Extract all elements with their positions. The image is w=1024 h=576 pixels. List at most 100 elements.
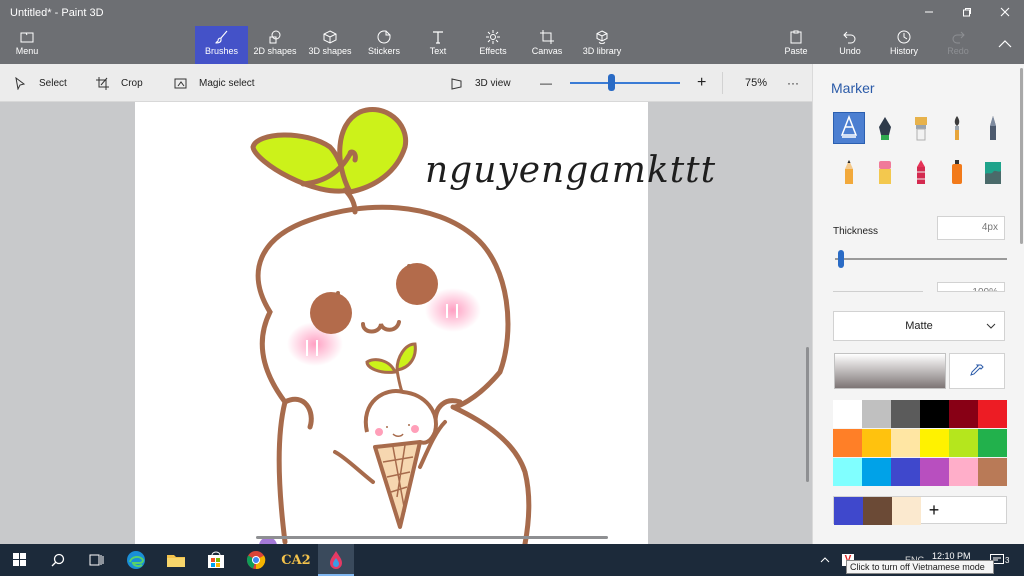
text-icon: [433, 31, 443, 44]
thickness-slider-track[interactable]: [835, 258, 1007, 260]
custom-color-swatch[interactable]: [892, 497, 921, 525]
palette-swatch[interactable]: [949, 458, 978, 486]
collapse-ribbon-button[interactable]: [990, 26, 1020, 64]
drawing-canvas[interactable]: nguyengamkttt: [135, 102, 715, 544]
palette-swatch[interactable]: [978, 458, 1007, 486]
custom-color-swatch[interactable]: [863, 497, 892, 525]
finish-dropdown[interactable]: Matte: [833, 311, 1005, 341]
task-view-button[interactable]: [78, 544, 114, 576]
tab-stickers[interactable]: Stickers: [360, 26, 408, 64]
tab-canvas[interactable]: Canvas: [526, 26, 568, 64]
thickness-slider-thumb[interactable]: [838, 250, 845, 268]
zoom-in-button[interactable]: +: [697, 64, 706, 102]
palette-swatch[interactable]: [920, 458, 949, 486]
zoom-slider-thumb[interactable]: [607, 74, 615, 91]
add-color-button[interactable]: +: [924, 497, 944, 525]
chevron-up-icon: [998, 40, 1012, 48]
palette-swatch[interactable]: [978, 400, 1007, 428]
current-color-preview[interactable]: [834, 353, 946, 389]
panel-scrollbar[interactable]: [1020, 68, 1023, 244]
tab-3d-shapes[interactable]: 3D shapes: [305, 26, 355, 64]
palette-swatch[interactable]: [978, 429, 1007, 457]
palette-swatch[interactable]: [862, 429, 891, 457]
edge-taskbar-icon[interactable]: [118, 544, 154, 576]
brush-marker[interactable]: [833, 112, 865, 144]
palette-swatch[interactable]: [891, 429, 920, 457]
custom-color-swatch[interactable]: [834, 497, 863, 525]
opacity-input[interactable]: 100%: [937, 282, 1005, 292]
palette-swatch[interactable]: [833, 400, 862, 428]
undo-button[interactable]: Undo: [832, 26, 868, 64]
spray-can-icon: [952, 160, 962, 184]
store-taskbar-icon[interactable]: [198, 544, 234, 576]
3d-shapes-icon: [323, 30, 337, 44]
brush-eraser[interactable]: [869, 156, 901, 188]
select-tool[interactable]: Select: [14, 64, 67, 102]
divider: [722, 72, 723, 94]
palette-swatch[interactable]: [891, 458, 920, 486]
palette-swatch[interactable]: [949, 400, 978, 428]
3d-view-toggle[interactable]: 3D view: [450, 64, 511, 102]
chrome-taskbar-icon[interactable]: [238, 544, 274, 576]
crop-tool[interactable]: Crop: [96, 64, 143, 102]
palette-swatch[interactable]: [862, 400, 891, 428]
tab-brushes[interactable]: Brushes: [195, 26, 248, 64]
show-hidden-icons-button[interactable]: [820, 544, 830, 576]
redo-icon: [952, 31, 965, 44]
palette-swatch[interactable]: [920, 400, 949, 428]
tab-2d-shapes[interactable]: 2D shapes: [250, 26, 300, 64]
title-bar: Untitled* - Paint 3D Menu Brushes 2D sha…: [0, 0, 1024, 64]
brush-watercolor[interactable]: [941, 112, 973, 144]
sticker-icon: [377, 30, 391, 44]
palette-swatch[interactable]: [833, 458, 862, 486]
close-button[interactable]: [986, 2, 1024, 24]
brush-calligraphy-pen[interactable]: [869, 112, 901, 144]
canvas-toolbar: Select Crop Magic select 3D view — + 75%…: [0, 64, 812, 102]
horizontal-scrollbar[interactable]: [256, 536, 608, 539]
start-button[interactable]: [2, 544, 38, 576]
magic-select-tool[interactable]: Magic select: [174, 64, 255, 102]
watercolor-icon: [954, 116, 960, 140]
ca2-taskbar-icon[interactable]: CA2: [278, 544, 314, 576]
brush-pixel-pen[interactable]: [977, 112, 1009, 144]
zoom-level[interactable]: 75%: [745, 64, 767, 102]
brush-pencil[interactable]: [833, 156, 865, 188]
search-button[interactable]: [40, 544, 76, 576]
undo-icon: [843, 31, 856, 44]
brush-spray-can[interactable]: [941, 156, 973, 188]
brush-crayon[interactable]: [905, 156, 937, 188]
menu-button[interactable]: Menu: [8, 26, 46, 64]
tab-3d-library[interactable]: 3D library: [578, 26, 626, 64]
palette-swatch[interactable]: [862, 458, 891, 486]
paste-button[interactable]: Paste: [778, 26, 814, 64]
minimize-button[interactable]: [910, 2, 948, 24]
palette-swatch[interactable]: [920, 429, 949, 457]
tab-effects[interactable]: Effects: [472, 26, 514, 64]
redo-button[interactable]: Redo: [940, 26, 976, 64]
paint3d-taskbar-icon[interactable]: [318, 544, 354, 576]
cursor-icon: [15, 76, 26, 90]
maximize-button[interactable]: [948, 2, 986, 24]
3d-view-label: 3D view: [475, 77, 511, 89]
task-view-icon: [89, 554, 104, 566]
zoom-out-button[interactable]: —: [540, 64, 552, 102]
brush-oil[interactable]: [905, 112, 937, 144]
palette-swatch[interactable]: [891, 400, 920, 428]
vertical-scrollbar[interactable]: [806, 347, 809, 482]
canvas-text[interactable]: nguyengamkttt: [425, 150, 716, 191]
thickness-input[interactable]: 4px: [937, 216, 1005, 240]
history-button[interactable]: History: [884, 26, 924, 64]
more-options-button[interactable]: ···: [787, 64, 799, 102]
brush-fill[interactable]: [977, 156, 1009, 188]
tab-text[interactable]: Text: [418, 26, 458, 64]
chevron-down-icon: [986, 323, 996, 329]
file-explorer-taskbar-icon[interactable]: [158, 544, 194, 576]
crop-icon: [96, 76, 109, 90]
zoom-slider-track[interactable]: [570, 82, 680, 84]
palette-swatch[interactable]: [949, 429, 978, 457]
palette-swatch[interactable]: [833, 429, 862, 457]
canvas-area[interactable]: nguyengamkttt: [0, 102, 812, 544]
oil-brush-icon: [915, 117, 927, 141]
eyedropper-button[interactable]: [949, 353, 1005, 389]
history-label: History: [889, 46, 918, 56]
